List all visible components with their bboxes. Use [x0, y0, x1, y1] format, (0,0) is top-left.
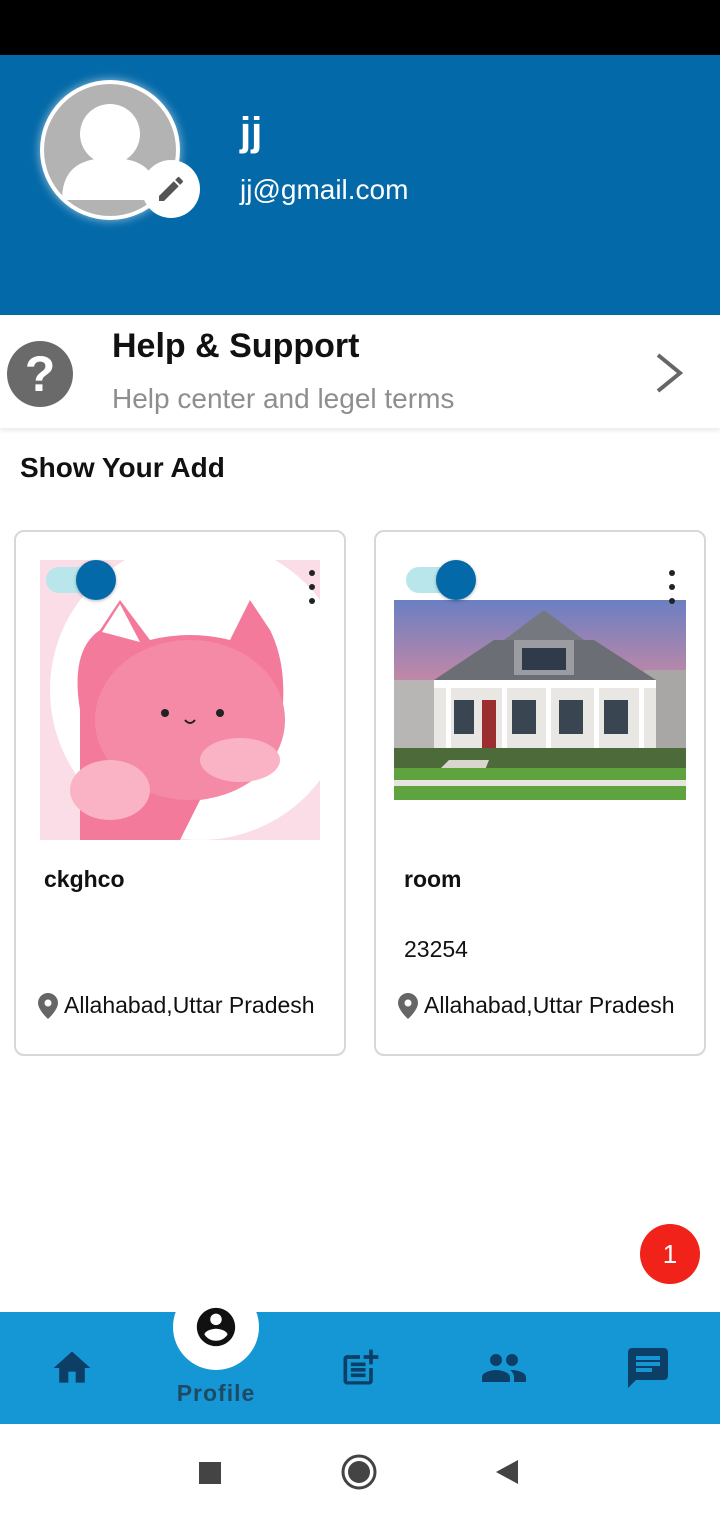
user-name: jj — [240, 110, 263, 154]
home-icon — [53, 1351, 91, 1383]
notification-badge[interactable]: 1 — [640, 1224, 700, 1284]
help-title: Help & Support — [112, 327, 360, 365]
chevron-right-icon — [656, 353, 684, 393]
help-support-row[interactable]: ? Help & Support Help center and legel t… — [0, 315, 720, 428]
recents-icon[interactable] — [198, 1461, 222, 1485]
ad-title: ckghco — [44, 866, 125, 892]
edit-avatar-button[interactable] — [142, 160, 200, 218]
ad-visibility-toggle[interactable] — [46, 560, 116, 600]
location-pin-icon — [38, 992, 58, 1019]
bottom-navigation — [0, 1312, 720, 1424]
ad-visibility-toggle[interactable] — [406, 560, 476, 600]
nav-home[interactable] — [36, 1312, 108, 1424]
nav-profile-label: Profile — [176, 1380, 256, 1406]
ad-location-text: Allahabad,Uttar Pradesh — [424, 992, 675, 1018]
nav-chat[interactable] — [612, 1312, 684, 1424]
profile-icon — [196, 1307, 236, 1347]
post-add-icon — [343, 1349, 379, 1385]
ad-location-text: Allahabad,Uttar Pradesh — [64, 992, 315, 1018]
user-email: jj@gmail.com — [240, 174, 409, 205]
home-circle-icon[interactable] — [341, 1454, 377, 1490]
pencil-icon — [159, 176, 184, 201]
system-navigation-bar — [0, 1424, 720, 1520]
house-image — [394, 600, 686, 800]
more-options-icon[interactable] — [306, 568, 318, 608]
help-icon: ? — [7, 341, 73, 407]
pink-cat-image — [40, 560, 320, 840]
location-pin-icon — [398, 992, 418, 1019]
help-subtitle: Help center and legel terms — [112, 383, 455, 414]
status-bar — [0, 0, 720, 55]
ad-title: room — [404, 866, 462, 892]
people-icon — [482, 1354, 526, 1382]
ad-price: 23254 — [404, 936, 468, 962]
nav-post-add[interactable] — [324, 1312, 396, 1424]
ad-card[interactable]: room 23254 Allahabad,Uttar Pradesh — [374, 530, 706, 1056]
ad-location: Allahabad,Uttar Pradesh — [398, 992, 675, 1019]
back-icon[interactable] — [494, 1458, 520, 1486]
ad-location: Allahabad,Uttar Pradesh — [38, 992, 315, 1019]
more-options-icon[interactable] — [666, 568, 678, 608]
nav-people[interactable] — [468, 1312, 540, 1424]
section-title: Show Your Add — [20, 452, 225, 483]
chat-icon — [628, 1348, 668, 1388]
ad-card[interactable]: ckghco Allahabad,Uttar Pradesh — [14, 530, 346, 1056]
nav-profile[interactable] — [173, 1284, 259, 1370]
